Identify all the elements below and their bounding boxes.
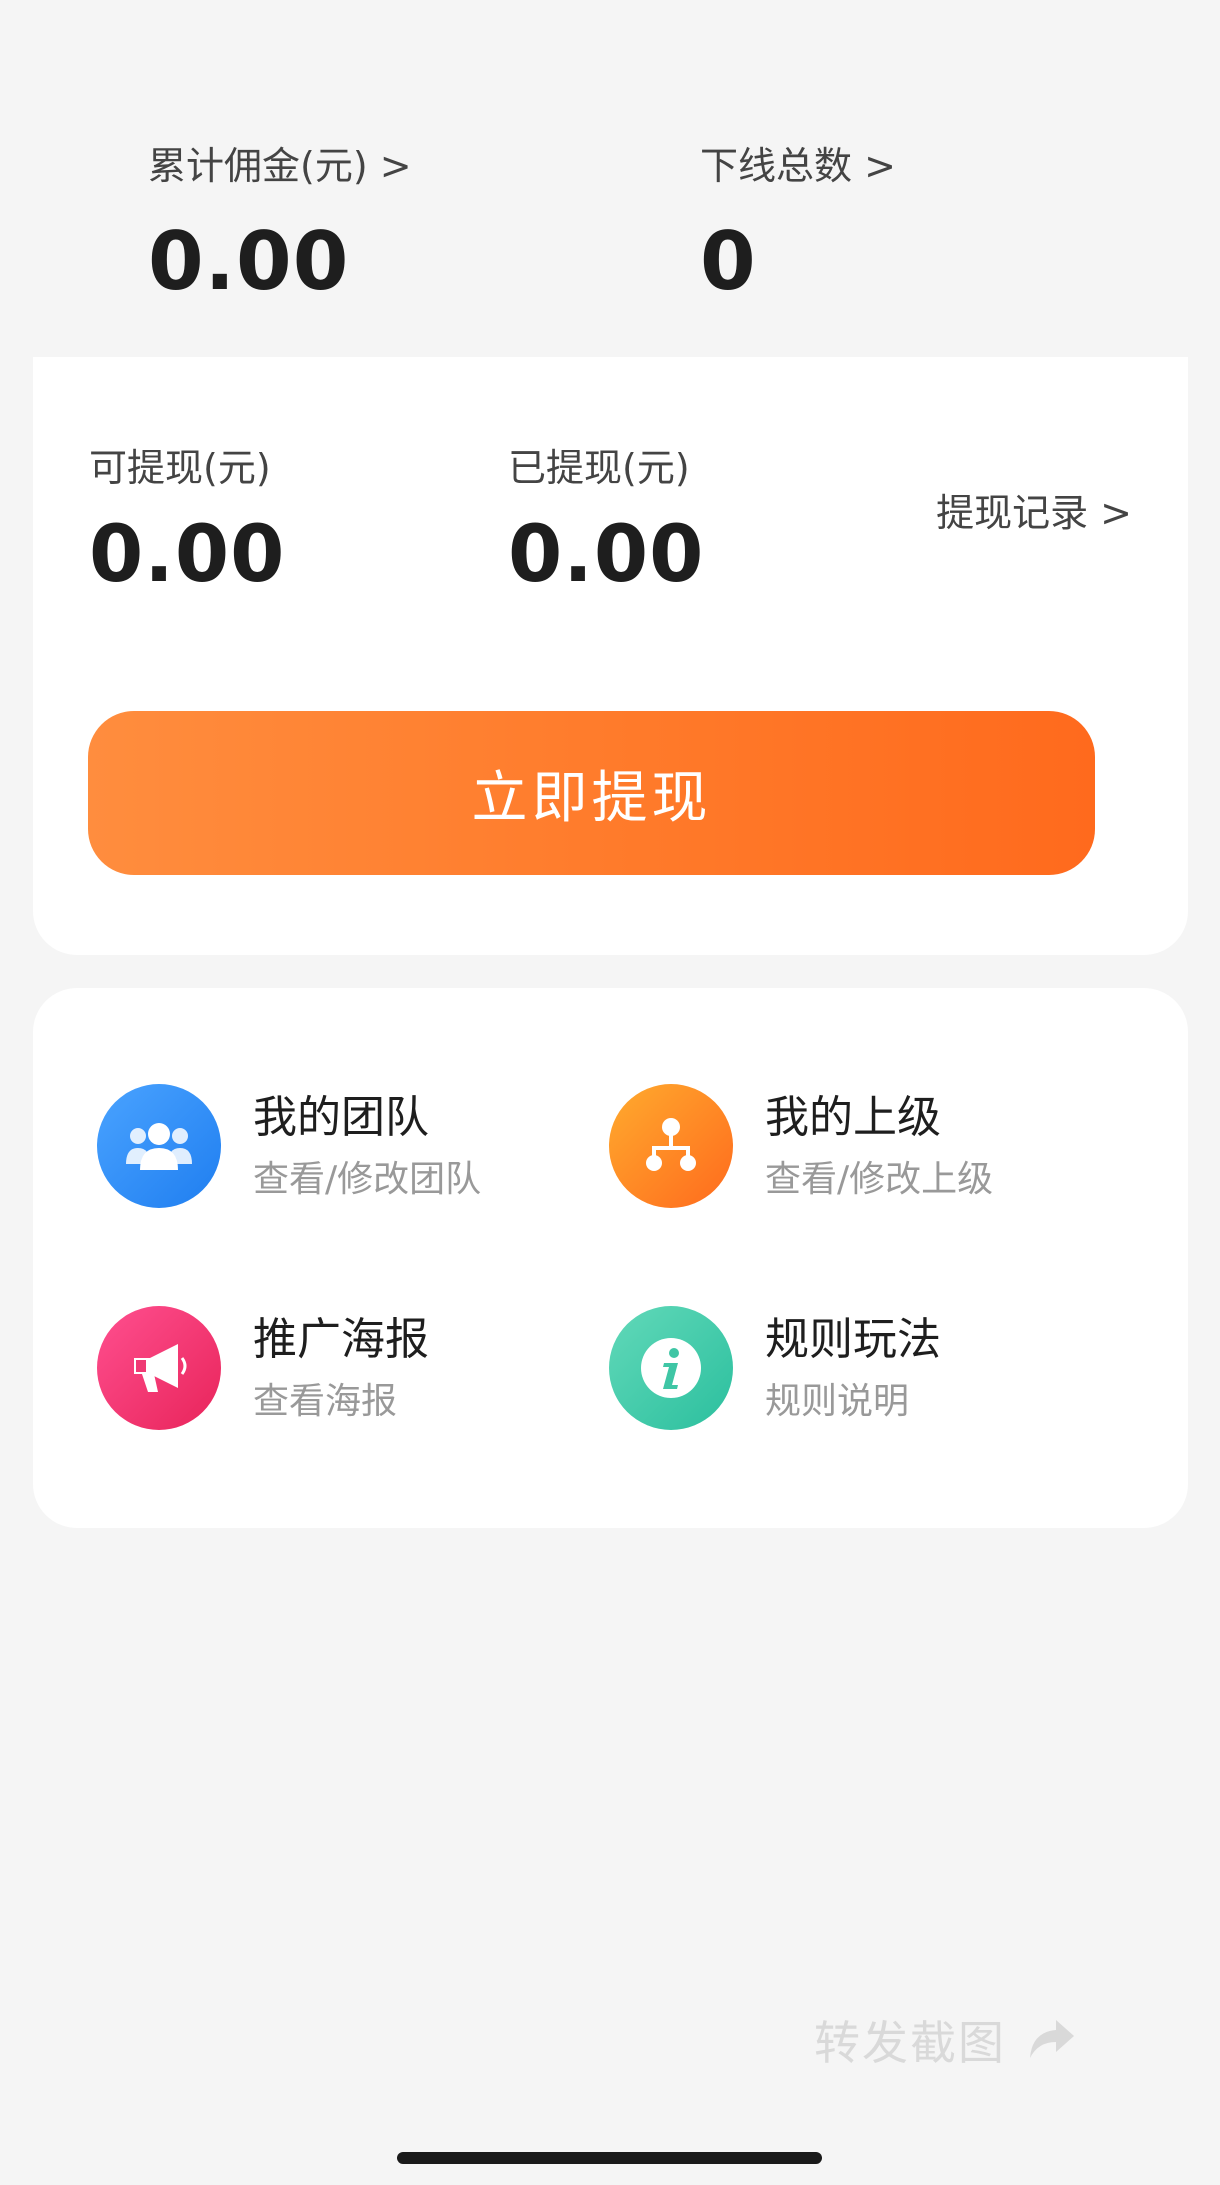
withdrawn-amount-value: 0.00 — [508, 510, 705, 600]
withdraw-now-button[interactable]: 立即提现 — [88, 711, 1095, 875]
menu-item-my-team[interactable]: 我的团队 查看/修改团队 — [97, 1084, 597, 1214]
menu-item-promo-poster[interactable]: 推广海报 查看海报 — [97, 1306, 597, 1436]
menu-item-subtitle: 查看/修改上级 — [765, 1159, 994, 1200]
menu-item-title: 推广海报 — [253, 1314, 429, 1365]
home-indicator — [397, 2152, 822, 2164]
total-commission[interactable]: 累计佣金(元) > 0.00 — [148, 140, 412, 310]
available-balance-value: 0.00 — [89, 510, 286, 600]
share-arrow-icon — [1028, 2018, 1076, 2062]
hierarchy-icon — [609, 1084, 733, 1208]
withdrawn-amount: 已提现(元) 0.00 — [508, 442, 704, 602]
share-label: 转发截图 — [814, 2016, 1006, 2070]
withdrawn-amount-label: 已提现(元) — [508, 446, 690, 490]
megaphone-icon — [97, 1306, 221, 1430]
share-screenshot-button[interactable]: 转发截图 — [745, 1998, 1145, 2082]
menu-item-title: 我的上级 — [765, 1092, 941, 1143]
team-icon — [97, 1084, 221, 1208]
menu-item-subtitle: 规则说明 — [765, 1381, 910, 1422]
withdraw-card: 可提现(元) 0.00 已提现(元) 0.00 提现记录 > 立即提现 — [33, 357, 1188, 955]
function-menu: 我的团队 查看/修改团队 我的上级 查看/修改上级 推广海报 查看海报 规则玩法… — [33, 988, 1188, 1528]
menu-item-subtitle: 查看海报 — [253, 1381, 398, 1422]
downline-total[interactable]: 下线总数 > 0 — [700, 140, 896, 310]
downline-total-label: 下线总数 > — [700, 144, 896, 188]
withdraw-record-link[interactable]: 提现记录 > — [936, 487, 1132, 539]
menu-item-title: 我的团队 — [253, 1092, 429, 1143]
total-commission-value: 0.00 — [148, 215, 350, 308]
info-icon — [609, 1306, 733, 1430]
menu-item-rules[interactable]: 规则玩法 规则说明 — [609, 1306, 1109, 1436]
summary-stats: 累计佣金(元) > 0.00 下线总数 > 0 — [0, 0, 1220, 355]
menu-item-subtitle: 查看/修改团队 — [253, 1159, 482, 1200]
available-balance-label: 可提现(元) — [89, 446, 271, 490]
available-balance: 可提现(元) 0.00 — [89, 442, 285, 602]
downline-total-value: 0 — [700, 215, 757, 308]
menu-item-title: 规则玩法 — [765, 1314, 941, 1365]
menu-item-my-superior[interactable]: 我的上级 查看/修改上级 — [609, 1084, 1109, 1214]
total-commission-label: 累计佣金(元) > — [148, 144, 412, 188]
